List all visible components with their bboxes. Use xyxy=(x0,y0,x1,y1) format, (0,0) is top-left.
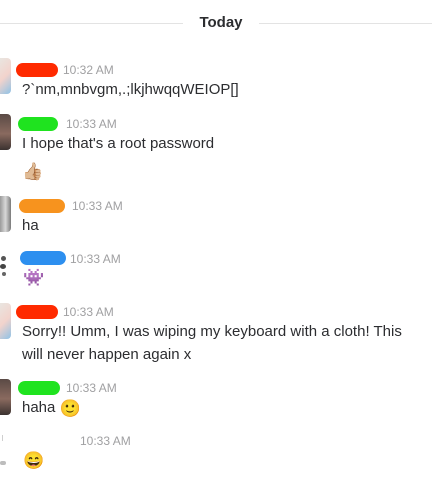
message-timestamp[interactable]: 10:33 AM xyxy=(66,117,117,131)
space-invader-icon: 👾 xyxy=(23,268,45,287)
divider-line-right xyxy=(259,23,432,24)
message-timestamp[interactable]: 10:32 AM xyxy=(63,63,114,77)
message-timestamp[interactable]: 10:33 AM xyxy=(66,381,117,395)
message: 10:33 AM ha xyxy=(0,194,432,238)
message-text-content: haha xyxy=(22,399,56,416)
message-timestamp[interactable]: 10:33 AM xyxy=(80,434,131,448)
sender-name[interactable] xyxy=(18,381,60,395)
message-timestamp[interactable]: 10:33 AM xyxy=(63,305,114,319)
avatar[interactable] xyxy=(0,114,11,150)
avatar[interactable] xyxy=(0,256,8,278)
avatar[interactable] xyxy=(0,435,10,471)
message-text: I hope that's a root password xyxy=(22,135,215,152)
slightly-smiling-face-icon: 🙂 xyxy=(59,399,81,418)
thumbs-up-icon: 👍🏼 xyxy=(22,162,44,181)
grinning-face-icon: 😄 xyxy=(23,451,45,470)
message: 10:33 AM haha 🙂 xyxy=(0,377,432,423)
message-timestamp[interactable]: 10:33 AM xyxy=(72,199,123,213)
sender-name[interactable] xyxy=(16,63,58,77)
sender-name[interactable] xyxy=(18,117,58,131)
avatar[interactable] xyxy=(0,196,11,232)
message-text: Sorry!! Umm, I was wiping my keyboard wi… xyxy=(22,323,402,363)
avatar[interactable] xyxy=(0,379,11,415)
day-divider-label: Today xyxy=(199,14,243,31)
message-text: ?`nm,mnbvgm,.;lkjhwqqWEIOP[] xyxy=(22,81,239,98)
message: 10:32 AM ?`nm,mnbvgm,.;lkjhwqqWEIOP[] xyxy=(0,58,432,102)
sender-name[interactable] xyxy=(19,199,65,213)
sender-name[interactable] xyxy=(16,305,58,319)
message: 10:33 AM Sorry!! Umm, I was wiping my ke… xyxy=(0,301,432,371)
message: 10:33 AM 😄 xyxy=(0,430,432,480)
message-text: haha 🙂 xyxy=(22,396,426,420)
message: 10:33 AM 👾 xyxy=(0,248,432,292)
avatar[interactable] xyxy=(0,303,11,339)
sender-name[interactable] xyxy=(20,251,66,265)
avatar[interactable] xyxy=(0,58,11,94)
message: 10:33 AM I hope that's a root password 👍… xyxy=(0,112,432,192)
message-timestamp[interactable]: 10:33 AM xyxy=(70,252,121,266)
day-divider: Today xyxy=(0,12,432,36)
message-text: ha xyxy=(22,217,39,234)
divider-line-left xyxy=(0,23,183,24)
